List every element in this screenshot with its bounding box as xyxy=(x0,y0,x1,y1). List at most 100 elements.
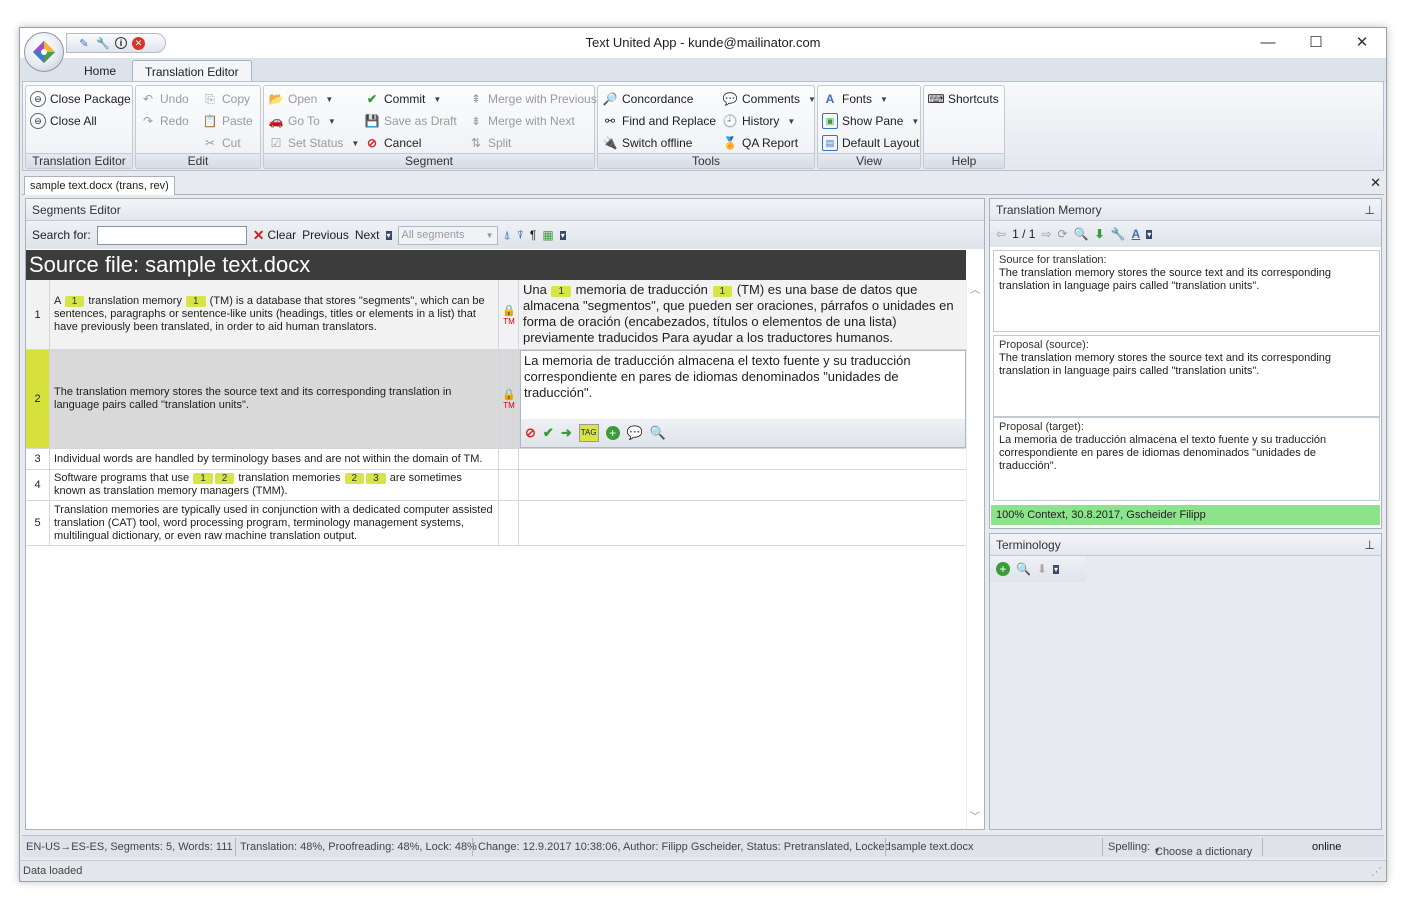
close-package-button[interactable]: ⊖ Close Package xyxy=(30,89,131,109)
cancel-button[interactable]: ⊘ Cancel xyxy=(364,133,421,153)
segment-row-active[interactable]: 2 The translation memory stores the sour… xyxy=(26,350,966,449)
set-status-button[interactable]: ☑ Set Status ▼ xyxy=(268,133,360,153)
tm-proposal-target-box[interactable]: Proposal (target): La memoria de traducc… xyxy=(993,417,1380,501)
paragraph-icon[interactable]: ¶ xyxy=(530,228,536,242)
app-logo-button[interactable] xyxy=(24,32,64,72)
toolbar-overflow-icon[interactable]: ▾ xyxy=(1053,564,1060,574)
comment-icon[interactable]: 💬 xyxy=(627,425,643,441)
tab-home[interactable]: Home xyxy=(72,60,128,82)
segment-target-editor[interactable]: La memoria de traducción almacena el tex… xyxy=(520,350,966,448)
next-button[interactable]: Next xyxy=(355,228,380,242)
undo-button[interactable]: ↶ Undo xyxy=(140,89,189,109)
open-button[interactable]: 📂 Open ▼ xyxy=(268,89,334,109)
segment-row[interactable]: 1 A 1 translation memory 1 (TM) is a dat… xyxy=(26,280,966,350)
next-arrow-icon[interactable]: ⇨ xyxy=(1041,227,1051,241)
concordance-icon[interactable]: 🔍 xyxy=(650,425,666,441)
insert-term-icon[interactable]: ⬇ xyxy=(1037,562,1047,576)
document-tab[interactable]: sample text.docx (trans, rev) xyxy=(24,176,175,195)
inline-tag[interactable]: 2 xyxy=(344,473,365,484)
inline-tag[interactable]: 1 xyxy=(193,473,213,484)
cut-button[interactable]: ✂ Cut xyxy=(202,133,241,153)
commit-button[interactable]: ✔ Commit ▼ xyxy=(364,89,441,109)
pin-icon[interactable]: ⊥ xyxy=(1365,534,1375,556)
settings-wrench-icon[interactable]: 🔧 xyxy=(1111,227,1126,241)
group-translation-editor: ⊖ Close Package ⊖ Close All Translation … xyxy=(25,85,133,169)
go-to-button[interactable]: 🚗 Go To ▼ xyxy=(268,111,336,131)
segment-target[interactable] xyxy=(520,449,966,469)
concordance-button[interactable]: 🔎 Concordance xyxy=(602,89,694,109)
default-layout-button[interactable]: ▤ Default Layout xyxy=(822,133,919,153)
copy-button[interactable]: ⎘ Copy xyxy=(202,89,250,109)
comments-button[interactable]: 💬 Comments ▼ xyxy=(722,89,816,109)
segment-target[interactable] xyxy=(520,470,966,500)
inline-tag[interactable]: 2 xyxy=(214,473,235,484)
show-pane-button[interactable]: ▣ Show Pane ▼ xyxy=(822,111,919,131)
tm-match-info: 100% Context, 30.8.2017, Gscheider Filip… xyxy=(991,505,1380,525)
search-icon[interactable]: 🔍 xyxy=(1074,227,1089,241)
segment-filter-select[interactable]: All segments ▼ xyxy=(397,225,498,245)
window-title: Text United App - kunde@mailinator.com xyxy=(585,35,821,50)
previous-button[interactable]: Previous xyxy=(302,228,349,242)
filter-target-icon[interactable]: ⍒ xyxy=(517,228,524,243)
search-input[interactable] xyxy=(96,225,247,245)
merge-next-button[interactable]: ⇟ Merge with Next xyxy=(468,111,575,131)
switch-offline-button[interactable]: 🔌 Switch offline xyxy=(602,133,693,153)
prev-arrow-icon[interactable]: ⇦ xyxy=(996,227,1006,241)
resize-grip-icon[interactable]: ⋰ xyxy=(1371,865,1382,878)
maximize-button[interactable]: ☐ xyxy=(1296,32,1336,54)
next-arrow-icon[interactable]: ➜ xyxy=(561,425,572,441)
inline-tag[interactable]: 1 xyxy=(64,296,85,307)
paste-button[interactable]: 📋 Paste xyxy=(202,111,253,131)
save-as-draft-button[interactable]: 💾 Save as Draft xyxy=(364,111,457,131)
segment-lock: 🔒 TM xyxy=(500,280,519,349)
add-icon[interactable]: + xyxy=(605,426,620,440)
data-loaded-status: Data loaded xyxy=(23,865,83,877)
insert-down-icon[interactable]: ⬇ xyxy=(1095,227,1105,241)
scroll-down-icon[interactable]: ﹀ xyxy=(970,808,980,823)
close-window-button[interactable]: ✕ xyxy=(1342,32,1382,54)
refresh-icon[interactable]: ⟳ xyxy=(1057,227,1067,241)
toolbar-overflow-icon[interactable]: ▾ xyxy=(559,230,566,240)
font-color-icon[interactable]: A xyxy=(1132,227,1141,241)
qa-report-button[interactable]: 🏅 QA Report xyxy=(722,133,799,153)
tab-translation-editor[interactable]: Translation Editor xyxy=(132,60,252,82)
split-button[interactable]: ⇅ Split xyxy=(468,133,511,153)
search-term-icon[interactable]: 🔍 xyxy=(1016,562,1031,576)
cancel-icon[interactable]: ⊘ xyxy=(525,425,536,441)
segment-target[interactable] xyxy=(520,501,966,545)
segment-row[interactable]: 3 Individual words are handled by termin… xyxy=(26,449,966,470)
vertical-scrollbar[interactable]: ︿ ﹀ xyxy=(966,279,984,829)
minimize-button[interactable]: — xyxy=(1248,32,1288,54)
clear-button[interactable]: ✕ Clear xyxy=(253,227,296,244)
segment-target[interactable]: Una 1 memoria de traducción 1 (TM) es un… xyxy=(520,280,966,349)
close-document-icon[interactable]: ✕ xyxy=(1370,175,1381,191)
history-button[interactable]: 🕘 History ▼ xyxy=(722,111,796,131)
online-status[interactable]: online xyxy=(1312,841,1341,853)
close-all-button[interactable]: ⊖ Close All xyxy=(30,111,97,131)
scroll-up-icon[interactable]: ︿ xyxy=(970,281,980,296)
fonts-button[interactable]: A Fonts ▼ xyxy=(822,89,888,109)
concordance-icon: 🔎 xyxy=(602,92,618,106)
shortcuts-button[interactable]: ⌨ Shortcuts xyxy=(927,89,998,109)
segment-number: 2 xyxy=(26,350,50,448)
toolbar-overflow-icon[interactable]: ▾ xyxy=(1146,229,1153,239)
inline-tag[interactable]: 1 xyxy=(712,286,733,297)
group-label: View xyxy=(818,153,920,168)
inline-tag[interactable]: 1 xyxy=(551,286,572,297)
merge-previous-button[interactable]: ⇞ Merge with Previous xyxy=(468,89,597,109)
segment-row[interactable]: 5 Translation memories are typically use… xyxy=(26,501,966,546)
tag-icon[interactable]: TAG xyxy=(578,424,599,442)
redo-button[interactable]: ↷ Redo xyxy=(140,111,189,131)
add-term-icon[interactable]: + xyxy=(996,562,1010,576)
filter-source-icon[interactable]: ⍋ xyxy=(504,228,511,243)
pin-icon[interactable]: ⊥ xyxy=(1365,199,1375,221)
terminology-panel: Terminology ⊥ + 🔍 ⬇ ▾ xyxy=(989,533,1382,830)
inline-tag[interactable]: 3 xyxy=(366,473,386,484)
commit-check-icon[interactable]: ✔ xyxy=(543,425,554,441)
inline-tag[interactable]: 1 xyxy=(186,296,206,307)
find-replace-button[interactable]: ⚯ Find and Replace xyxy=(602,111,716,131)
group-tools: 🔎 Concordance ⚯ Find and Replace 🔌 Switc… xyxy=(597,85,816,169)
segment-row[interactable]: 4 Software programs that use 12 translat… xyxy=(26,470,966,501)
toolbar-overflow-icon[interactable]: ▾ xyxy=(385,230,392,240)
grid-view-icon[interactable]: ▦ xyxy=(542,228,553,242)
